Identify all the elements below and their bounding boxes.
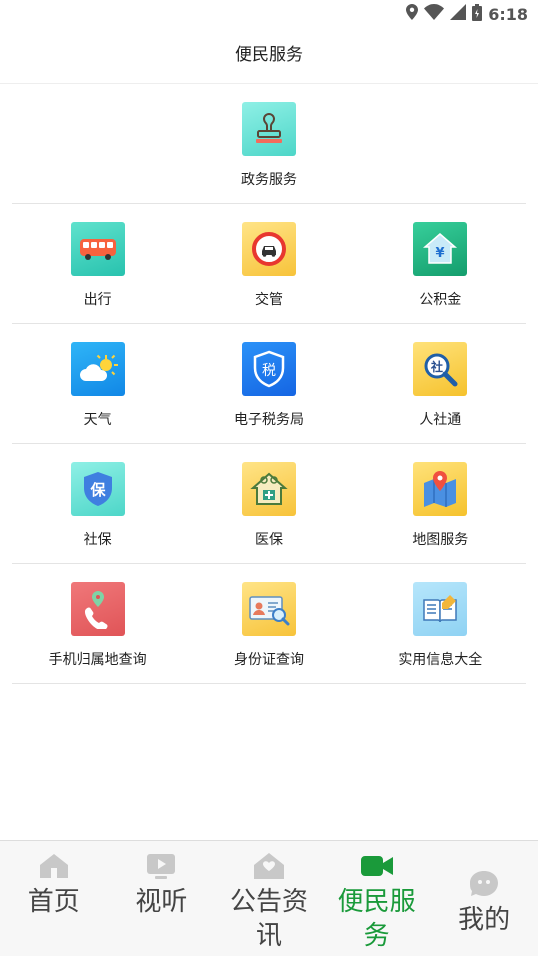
- service-tile: 社: [413, 342, 468, 396]
- service-label: 公积金: [419, 292, 462, 308]
- service-weather[interactable]: 天气: [12, 324, 183, 444]
- service-medical-insurance[interactable]: 医保: [183, 444, 354, 564]
- service-tile: [70, 222, 125, 276]
- services-grid: 政务服务 出行 交管 ¥ 公积金 天气 税 电子税务局 社 人社通 保 社保 医…: [12, 84, 526, 684]
- status-bar: 6:18: [0, 0, 538, 28]
- service-practical-info[interactable]: 实用信息大全: [355, 564, 526, 684]
- book-icon: [423, 595, 458, 623]
- status-time: 6:18: [488, 4, 528, 24]
- service-traffic[interactable]: 交管: [183, 204, 354, 324]
- play-icon: [144, 851, 178, 881]
- nav-label: 便民服务: [337, 887, 416, 951]
- service-housing-fund[interactable]: ¥ 公积金: [355, 204, 526, 324]
- housing-fund-icon: ¥: [423, 233, 458, 264]
- nav-label: 我的: [458, 905, 511, 935]
- service-map[interactable]: 地图服务: [355, 444, 526, 564]
- service-tile: [413, 582, 468, 636]
- phone-location-icon: [84, 591, 108, 629]
- service-tile: ¥: [413, 222, 468, 276]
- social-search-icon: 社: [424, 353, 458, 387]
- service-phone-location[interactable]: 手机归属地查询: [12, 564, 183, 684]
- tax-shield-icon: 税: [253, 350, 285, 388]
- stamp-icon: [255, 112, 282, 143]
- location-icon: [406, 4, 419, 24]
- service-travel[interactable]: 出行: [12, 204, 183, 324]
- service-tile: [70, 342, 125, 396]
- service-social-insurance[interactable]: 保 社保: [12, 444, 183, 564]
- nav-label: 视听: [135, 887, 188, 917]
- page-title: 便民服务: [235, 45, 303, 65]
- service-label: 实用信息大全: [398, 652, 483, 668]
- services-row: 出行 交管 ¥ 公积金: [12, 204, 526, 324]
- service-tile: [241, 222, 296, 276]
- status-icons: 6:18: [406, 3, 528, 25]
- service-tile: 保: [70, 462, 125, 516]
- insurance-shield-icon: 保: [83, 472, 112, 506]
- service-id-card[interactable]: 身份证查询: [183, 564, 354, 684]
- id-card-search-icon: [249, 596, 290, 626]
- notice-house-icon: [252, 851, 286, 881]
- nav-label: 首页: [27, 887, 80, 917]
- service-label: 出行: [83, 292, 112, 308]
- nav-mine[interactable]: 我的: [430, 841, 538, 956]
- service-label: 社保: [83, 532, 112, 548]
- services-row-featured: 政务服务: [12, 84, 526, 204]
- service-label: 交管: [254, 292, 283, 308]
- service-label: 地图服务: [412, 532, 469, 548]
- services-row: 手机归属地查询 身份证查询 实用信息大全: [12, 564, 526, 684]
- service-tile: [70, 582, 125, 636]
- tax-glyph: 税: [262, 363, 276, 379]
- bottom-nav: 首页 视听 公告资讯 便民服务 我的: [0, 840, 538, 956]
- fund-glyph: ¥: [436, 246, 445, 261]
- nav-services[interactable]: 便民服务: [323, 841, 431, 956]
- home-icon: [37, 851, 71, 881]
- insurance-glyph: 保: [89, 481, 106, 499]
- service-tile: [413, 462, 468, 516]
- traffic-car-icon: [251, 232, 286, 266]
- service-tile: [241, 102, 296, 156]
- services-row: 保 社保 医保 地图服务: [12, 444, 526, 564]
- service-label: 天气: [83, 412, 112, 428]
- service-e-tax[interactable]: 税 电子税务局: [183, 324, 354, 444]
- service-label: 医保: [254, 532, 283, 548]
- bus-icon: [79, 239, 116, 260]
- services-row: 天气 税 电子税务局 社 人社通: [12, 324, 526, 444]
- service-social-link[interactable]: 社 人社通: [355, 324, 526, 444]
- service-label: 电子税务局: [233, 412, 304, 428]
- battery-icon: [472, 3, 483, 25]
- service-label: 人社通: [419, 412, 462, 428]
- profile-face-icon: [467, 869, 501, 899]
- service-tile: 税: [241, 342, 296, 396]
- medical-house-icon: [250, 472, 288, 505]
- service-government[interactable]: 政务服务: [183, 84, 354, 204]
- nav-notices[interactable]: 公告资讯: [215, 841, 323, 956]
- service-label: 手机归属地查询: [48, 652, 147, 668]
- service-label: 政务服务: [240, 172, 297, 188]
- nav-label: 公告资讯: [229, 887, 308, 951]
- page-header: 便民服务: [0, 28, 538, 84]
- nav-audio-video[interactable]: 视听: [108, 841, 216, 956]
- weather-icon: [79, 354, 118, 381]
- signal-icon: [450, 4, 467, 24]
- video-camera-icon: [360, 851, 394, 881]
- map-pin-icon: [424, 471, 457, 507]
- service-label: 身份证查询: [233, 652, 304, 668]
- service-tile: [241, 462, 296, 516]
- social-glyph: 社: [430, 359, 443, 374]
- wifi-icon: [424, 4, 445, 24]
- service-tile: [241, 582, 296, 636]
- nav-home[interactable]: 首页: [0, 841, 108, 956]
